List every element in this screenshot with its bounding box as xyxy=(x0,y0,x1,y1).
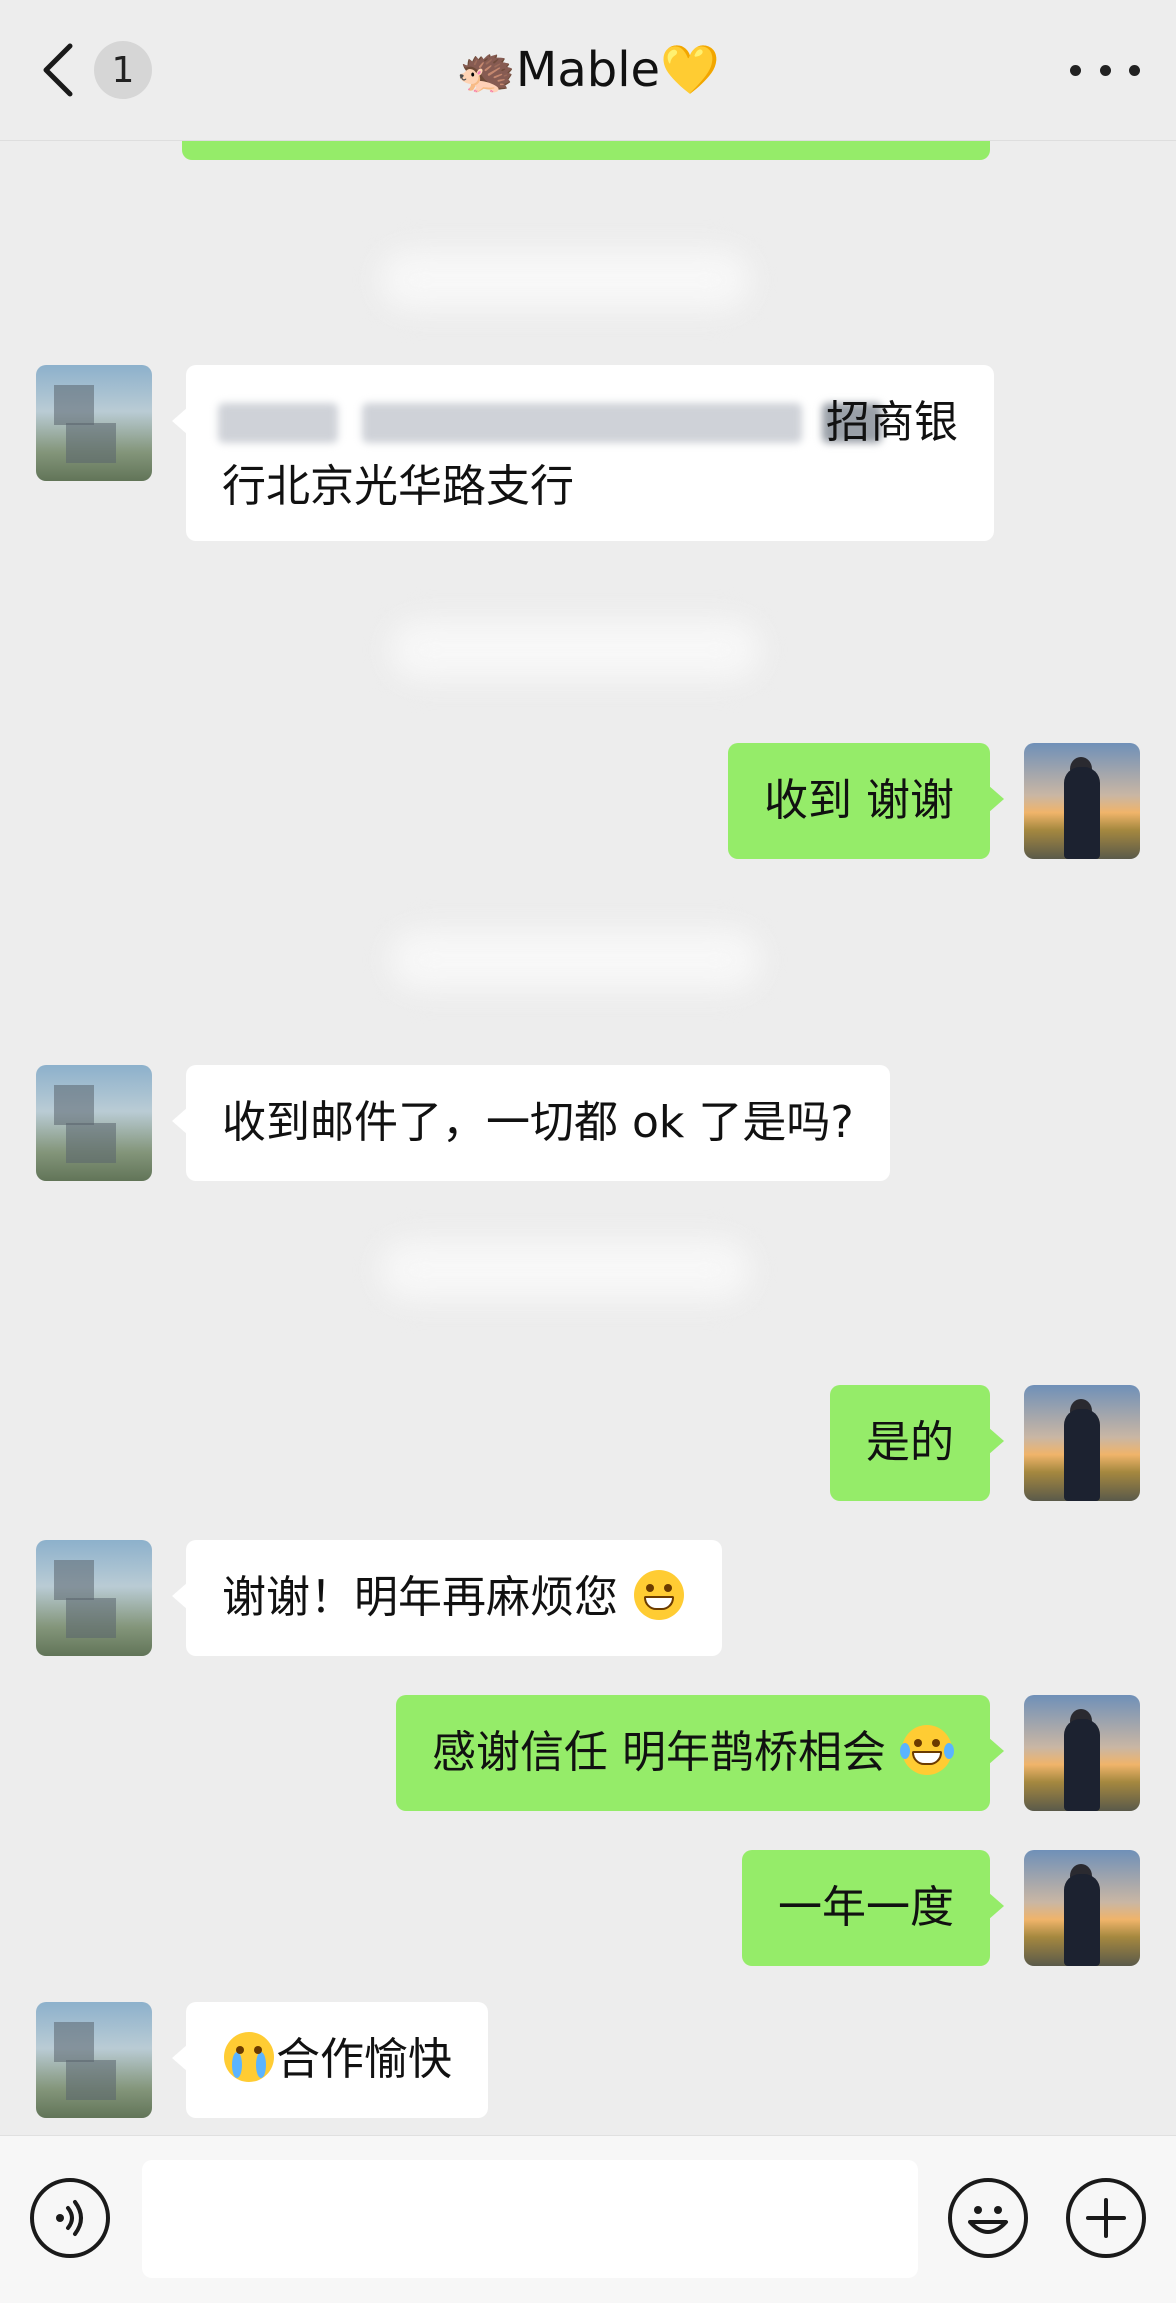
chat-title: 🦔Mable💛 xyxy=(456,42,720,98)
message-text: 谢谢！明年再麻烦您 xyxy=(222,1572,618,1623)
more-dots-icon xyxy=(1070,64,1081,76)
voice-icon xyxy=(56,2200,83,2236)
timestamp-blurred xyxy=(390,930,760,990)
input-bar xyxy=(0,2135,1176,2303)
message-text: 收到邮件了，一切都 ok 了是吗? xyxy=(222,1097,854,1148)
message-text: 收到 谢谢 xyxy=(764,775,954,826)
contact-avatar[interactable] xyxy=(36,1065,152,1181)
message-text: 行北京光华路支行 xyxy=(222,461,574,512)
timestamp-blurred xyxy=(380,1240,750,1300)
timestamp-blurred xyxy=(380,250,750,310)
message-row: 收到邮件了，一切都 ok 了是吗? xyxy=(0,1065,1176,1185)
message-row: 一年一度 xyxy=(0,1850,1176,1970)
chat-header: 1 🦔Mable💛 xyxy=(0,0,1176,141)
laugh-cry-emoji-icon xyxy=(900,1725,954,1775)
chat-message-list[interactable]: 招商银 行北京光华路支行 收到 谢谢 收到邮件了，一切都 ok 了是吗? 是的 xyxy=(0,140,1176,2135)
message-text: 招商银 xyxy=(826,397,958,448)
message-row: 感谢信任 明年鹊桥相会 xyxy=(0,1695,1176,1815)
self-avatar[interactable] xyxy=(1024,743,1140,859)
message-text: 是的 xyxy=(866,1417,954,1468)
timestamp-blurred xyxy=(390,620,760,680)
contact-avatar[interactable] xyxy=(36,2002,152,2118)
voice-button[interactable] xyxy=(30,2178,110,2258)
sob-emoji-icon xyxy=(224,2032,274,2082)
message-row: 收到 谢谢 xyxy=(0,743,1176,863)
self-avatar[interactable] xyxy=(1024,1695,1140,1811)
emoji-icon xyxy=(968,2206,1008,2234)
emoji-button[interactable] xyxy=(948,2178,1028,2258)
message-bubble[interactable]: 收到 谢谢 xyxy=(728,743,1004,859)
message-bubble[interactable]: 一年一度 xyxy=(742,1850,1004,1966)
contact-avatar[interactable] xyxy=(36,365,152,481)
message-bubble[interactable]: 谢谢！明年再麻烦您 xyxy=(172,1540,722,1656)
plus-icon xyxy=(1086,2198,1126,2238)
self-avatar[interactable] xyxy=(1024,1850,1140,1966)
grin-emoji-icon xyxy=(634,1570,684,1620)
message-bubble[interactable]: 收到邮件了，一切都 ok 了是吗? xyxy=(172,1065,890,1181)
message-row: 是的 xyxy=(0,1385,1176,1505)
message-input[interactable] xyxy=(142,2160,918,2278)
message-bubble[interactable]: 招商银 行北京光华路支行 xyxy=(172,365,994,541)
contact-avatar[interactable] xyxy=(36,1540,152,1656)
partial-message-bubble xyxy=(182,140,990,160)
message-bubble[interactable]: 感谢信任 明年鹊桥相会 xyxy=(396,1695,1004,1811)
message-bubble[interactable]: 是的 xyxy=(830,1385,1004,1501)
more-options-button[interactable] xyxy=(1070,48,1140,92)
message-text: 感谢信任 明年鹊桥相会 xyxy=(432,1727,900,1778)
message-text: 合作愉快 xyxy=(276,2034,452,2085)
message-text: 一年一度 xyxy=(778,1882,954,1933)
message-bubble[interactable]: 合作愉快 xyxy=(172,2002,488,2118)
self-avatar[interactable] xyxy=(1024,1385,1140,1501)
message-row: 谢谢！明年再麻烦您 xyxy=(0,1540,1176,1660)
message-row: 合作愉快 xyxy=(0,2002,1176,2122)
plus-button[interactable] xyxy=(1066,2178,1146,2258)
message-row: 招商银 行北京光华路支行 xyxy=(0,365,1176,545)
